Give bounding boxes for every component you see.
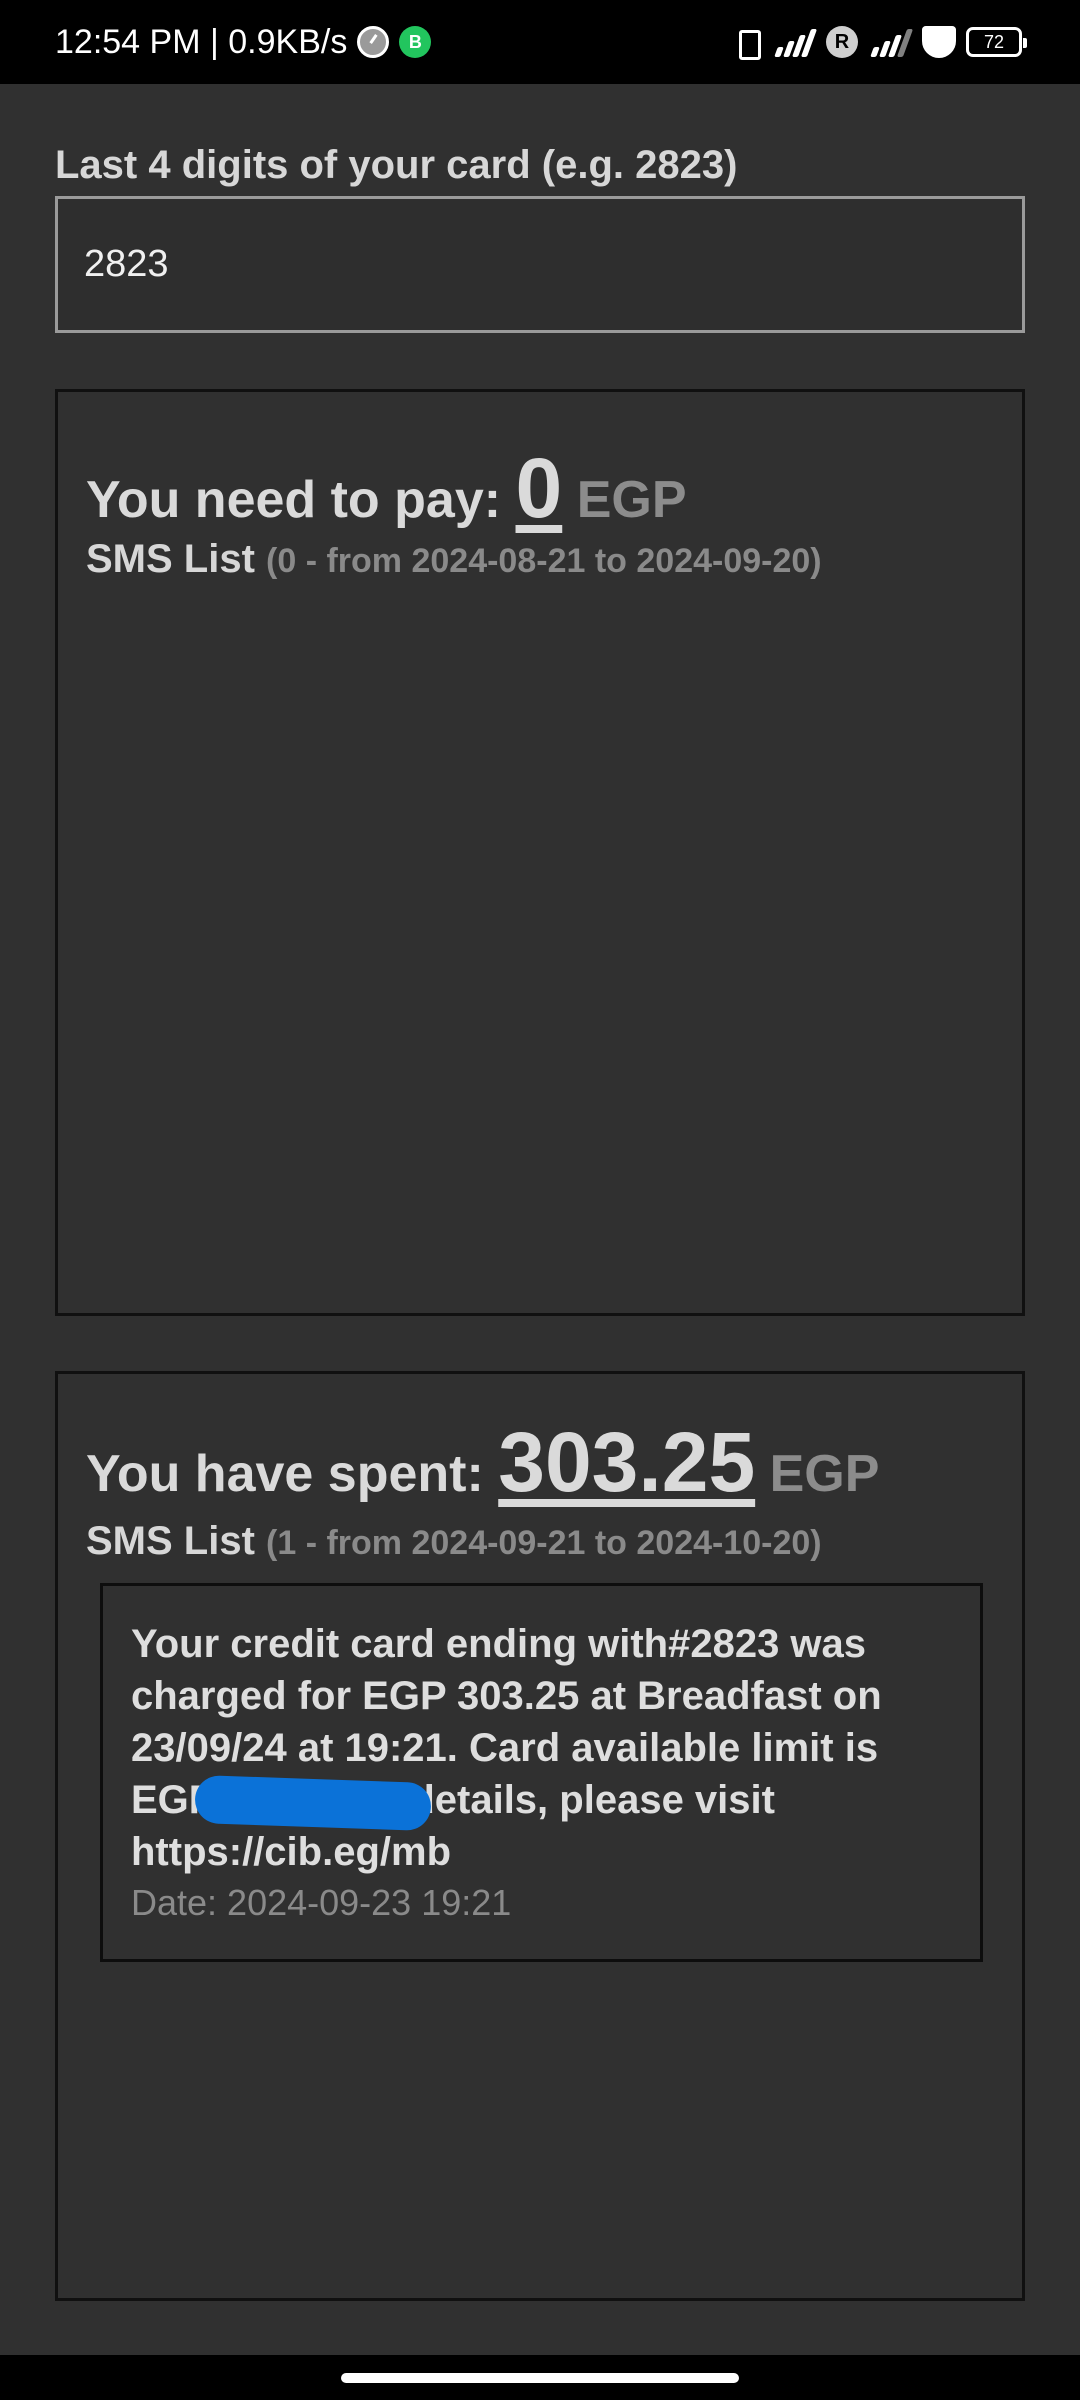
pay-amount: 0 xyxy=(515,441,563,535)
pay-heading-prefix: You need to pay: xyxy=(86,471,502,529)
home-indicator[interactable] xyxy=(341,2373,739,2383)
roaming-icon: R xyxy=(826,26,858,58)
battery-icon: 72 xyxy=(966,27,1027,57)
spent-sms-list-label: SMS List xyxy=(86,1519,255,1563)
pay-heading: You need to pay: 0 EGP xyxy=(86,440,687,537)
sms-message-item: Your credit card ending with#2823 was ch… xyxy=(100,1583,983,1962)
pay-sms-list-range: (0 - from 2024-08-21 to 2024-09-20) xyxy=(266,542,822,580)
signal-icon-1 xyxy=(772,27,818,57)
status-right: R 72 xyxy=(732,0,1027,84)
status-bar: 12:54 PM | 0.9KB/s B R 72 xyxy=(0,0,1080,84)
spent-sms-list-range: (1 - from 2024-09-21 to 2024-10-20) xyxy=(266,1524,822,1562)
card-digits-label: Last 4 digits of your card (e.g. 2823) xyxy=(55,143,738,187)
signal-icon-2 xyxy=(868,27,914,57)
pay-panel: You need to pay: 0 EGP SMS List (0 - fro… xyxy=(55,389,1025,1316)
sms-message-date: Date: 2024-09-23 19:21 xyxy=(131,1882,512,1923)
sms-message-text: Your credit card ending with#2823 was ch… xyxy=(131,1622,882,1874)
vibrate-icon xyxy=(732,27,762,60)
spent-heading-prefix: You have spent: xyxy=(86,1445,484,1503)
status-time-speed: 12:54 PM | 0.9KB/s xyxy=(55,22,348,61)
wifi-icon xyxy=(922,26,956,58)
pay-currency: EGP xyxy=(576,471,687,529)
status-left: 12:54 PM | 0.9KB/s B xyxy=(55,0,432,84)
spent-panel: You have spent: 303.25 EGP SMS List (1 -… xyxy=(55,1371,1025,2301)
redaction-mark xyxy=(194,1774,432,1832)
b-app-icon: B xyxy=(399,26,432,58)
spent-amount: 303.25 xyxy=(498,1415,756,1509)
spent-sms-list-title: SMS List (1 - from 2024-09-21 to 2024-10… xyxy=(86,1519,822,1564)
clock-app-icon xyxy=(357,26,390,58)
pay-sms-list-title: SMS List (0 - from 2024-08-21 to 2024-09… xyxy=(86,537,822,582)
spent-heading: You have spent: 303.25 EGP xyxy=(86,1414,879,1511)
pay-sms-list-label: SMS List xyxy=(86,537,255,581)
spent-currency: EGP xyxy=(769,1445,880,1503)
card-digits-input[interactable] xyxy=(55,196,1025,333)
navigation-bar xyxy=(0,2355,1080,2400)
